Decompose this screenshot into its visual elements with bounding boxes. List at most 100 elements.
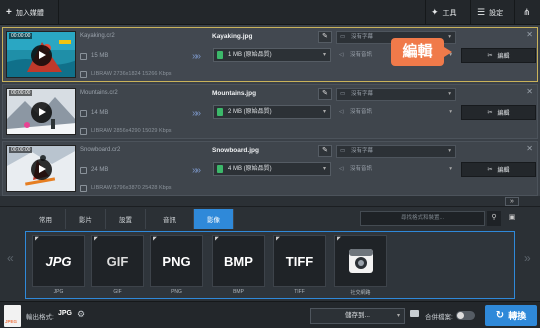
chevron-down-icon: ▾ [322,166,326,172]
audio-dropdown[interactable]: ◁ 沒有音訊 ▾ [336,163,456,176]
source-file-info: LIBRAW 2736x1824 15266 Kbps [91,71,172,77]
output-file-name[interactable]: Snowboard.jpg [212,147,259,154]
rename-pencil-icon[interactable]: ✎ [318,88,332,100]
source-file-size: 14 MB [91,110,109,116]
gear-icon[interactable]: ⚙ [77,309,85,320]
chevron-down-icon: ▾ [448,34,451,40]
chevron-down-icon: ▾ [322,109,326,115]
image-icon [80,71,87,78]
output-size-dropdown[interactable]: 4 MB (原始品質) ▾ [213,162,331,176]
tab-devices[interactable]: 設置 [106,209,146,229]
chevron-down-icon: ▾ [396,313,400,319]
device-detect-icon[interactable]: ▣ [505,211,519,226]
format-tile-jpg[interactable]: ◤ JPG [32,235,85,287]
add-media-button[interactable]: + 加入媒體 [6,2,44,23]
source-file-name: Kayaking.cr2 [80,33,115,39]
tab-common[interactable]: 常用 [26,209,66,229]
output-file-name[interactable]: Kayaking.jpg [212,33,252,40]
format-badge: TIFF [285,253,314,269]
output-size-label: 1 MB (原始品質) [228,52,272,58]
speaker-icon: ◁ [339,52,344,58]
rename-pencil-icon[interactable]: ✎ [318,145,332,157]
format-tile-gif[interactable]: ◤ GIF [91,235,144,287]
output-size-dropdown[interactable]: 2 MB (原始品質) ▾ [213,105,331,119]
format-label: GIF [113,289,122,295]
format-icon-text: JPEG [5,319,18,324]
speaker-icon: ◁ [339,109,344,115]
format-label: TIFF [294,289,305,295]
audio-label: 沒有音訊 [350,166,373,172]
play-icon[interactable] [31,159,52,180]
subtitle-dropdown[interactable]: ▭ 沒有字幕 ▾ [336,145,456,158]
folder-icon[interactable] [410,310,419,317]
scroll-left-icon[interactable]: « [7,251,14,265]
tile-corner-icon: ◤ [153,236,157,242]
convert-arrow-icon: »» [192,165,201,176]
tile-corner-icon: ◤ [276,236,280,242]
rename-pencil-icon[interactable]: ✎ [318,31,332,43]
output-format-icon[interactable]: JPEG [4,305,21,327]
format-badge: JPG [45,253,72,269]
chevron-down-icon: ▾ [322,52,326,58]
convert-arrow-icon: »» [192,108,201,119]
subtitle-label: 沒有字幕 [351,148,374,154]
share-button[interactable]: ⋔ [523,2,531,23]
tab-image[interactable]: 影像 [194,209,234,229]
tab-video[interactable]: 影片 [66,209,106,229]
play-icon[interactable] [31,102,52,123]
convert-arrow-icon: »» [192,51,201,62]
tile-corner-icon: ◤ [35,236,39,242]
edit-button[interactable]: ✂ 編輯 [461,105,536,120]
chevron-down-icon: ▾ [448,148,451,154]
format-badge: BMP [224,253,253,269]
edit-button[interactable]: ✂ 編輯 [461,48,536,63]
document-icon [217,108,223,116]
file-row[interactable]: 00:00:00 Snowboard.cr2 24 MB LIBRAW 5796… [2,141,538,196]
audio-dropdown[interactable]: ◁ 沒有音訊 ▾ [336,106,456,119]
source-file-info: LIBRAW 2856x4290 15029 Kbps [91,128,172,134]
image-icon [80,128,87,135]
output-size-label: 4 MB (原始品質) [228,166,272,172]
format-badge: PNG [162,253,191,269]
video-thumbnail[interactable]: 00:00:00 [6,145,76,192]
tab-audio[interactable]: 音訊 [146,209,194,229]
file-row[interactable]: 00:00:00 Mountains.cr2 14 MB LIBRAW 2856… [2,84,538,139]
image-icon [80,185,87,192]
format-tile-bmp[interactable]: ◤ BMP [212,235,265,287]
edit-button[interactable]: ✂ 編輯 [461,162,536,177]
file-icon [80,110,87,117]
tools-button[interactable]: ✦ 工具 [431,2,457,23]
top-toolbar: + 加入媒體 ✦ 工具 ☰ 設定 ⋔ [0,0,540,25]
format-tile-tiff[interactable]: ◤ TIFF [273,235,326,287]
tools-label: 工具 [442,9,457,17]
close-icon[interactable]: ✕ [526,144,533,153]
convert-button[interactable]: ↻ 轉換 [485,305,537,326]
format-label: 社交網路 [350,290,371,296]
document-icon [217,165,223,173]
close-icon[interactable]: ✕ [526,30,533,39]
share-icon: ⋔ [523,7,531,17]
file-row[interactable]: 00:00:00 Kayaking.cr2 15 MB LIBRAW 2736x… [2,27,538,82]
video-thumbnail[interactable]: 00:00:00 [6,31,76,78]
camera-icon [348,249,373,273]
format-tile-png[interactable]: ◤ PNG [150,235,203,287]
tile-corner-icon: ◤ [215,236,219,242]
output-file-name[interactable]: Mountains.jpg [212,90,256,97]
subtitle-dropdown[interactable]: ▭ 沒有字幕 ▾ [336,88,456,101]
play-icon[interactable] [31,45,52,66]
magic-wand-icon: ✦ [431,7,439,17]
format-search-input[interactable]: 尋找格式和裝置... [360,211,485,226]
merge-files-toggle[interactable] [456,311,475,320]
tile-corner-icon: ◤ [94,236,98,242]
video-thumbnail[interactable]: 00:00:00 [6,88,76,135]
collapse-panel-button[interactable]: » [505,197,519,206]
search-icon[interactable]: ⚲ [487,211,501,226]
save-to-dropdown[interactable]: 儲存到... ▾ [310,308,405,324]
close-icon[interactable]: ✕ [526,87,533,96]
output-size-dropdown[interactable]: 1 MB (原始品質) ▾ [213,48,331,62]
format-tile-social[interactable]: ◤ [334,235,387,287]
source-file-name: Mountains.cr2 [80,90,118,96]
settings-button[interactable]: ☰ 設定 [477,2,503,23]
output-format-value[interactable]: JPG [58,310,72,317]
scroll-right-icon[interactable]: » [524,251,531,265]
